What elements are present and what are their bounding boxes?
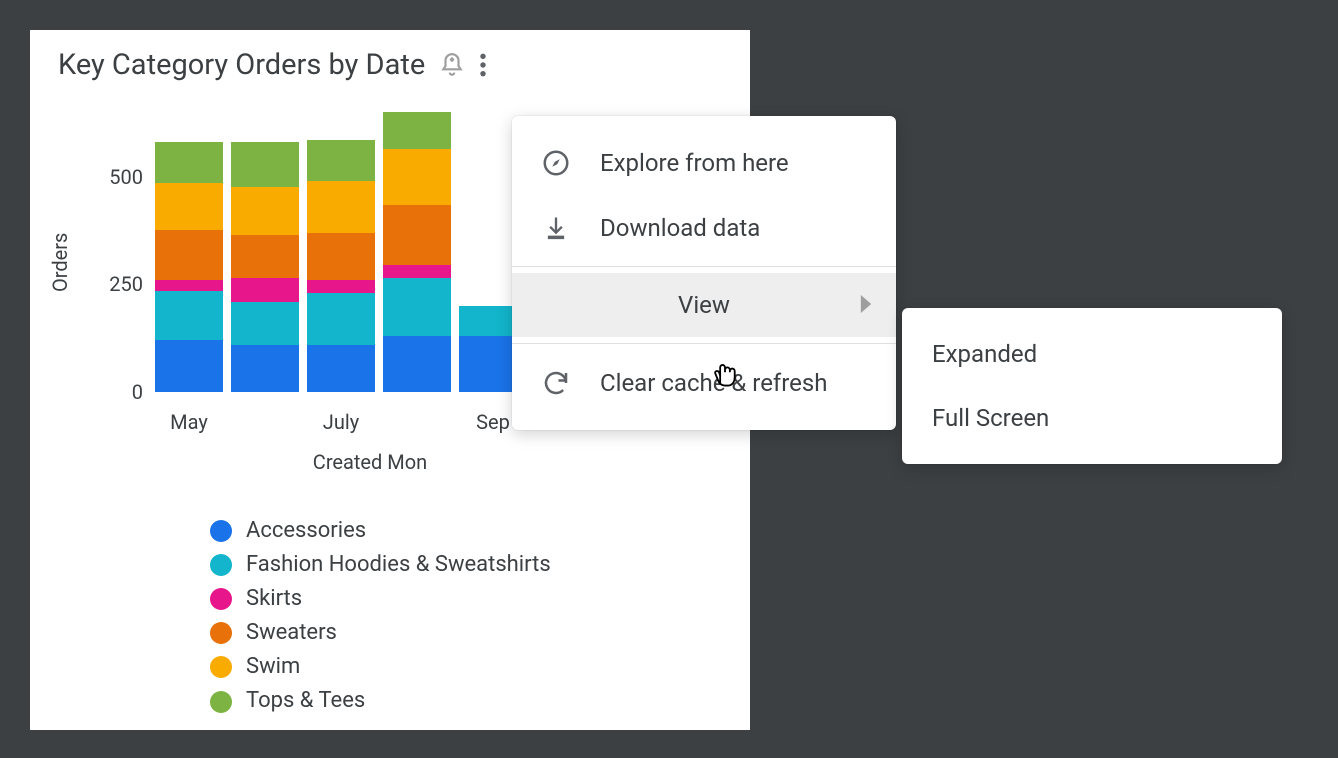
bar-segment [155, 291, 223, 341]
y-tick: 0 [83, 380, 143, 404]
bar-segment [231, 345, 299, 392]
legend-swatch [210, 554, 232, 576]
bar-segment [307, 181, 375, 233]
x-tick: Sep [476, 410, 510, 434]
menu-view[interactable]: View [512, 273, 896, 337]
bar[interactable] [155, 142, 223, 392]
legend: AccessoriesFashion Hoodies & Sweatshirts… [210, 514, 750, 719]
bar-segment [155, 230, 223, 280]
bar-segment [307, 280, 375, 293]
tile-title: Key Category Orders by Date [58, 48, 425, 82]
y-tick: 250 [83, 272, 143, 296]
y-axis-label: Orders [48, 233, 72, 292]
legend-label: Accessories [246, 514, 366, 548]
bar[interactable] [231, 142, 299, 392]
tile-menu: Explore from here Download data View Cle… [512, 116, 896, 430]
bar-segment [231, 142, 299, 187]
x-axis-label: Created Mon [155, 450, 585, 474]
legend-item[interactable]: Accessories [210, 514, 750, 548]
bar-segment [231, 187, 299, 234]
legend-swatch [210, 622, 232, 644]
bar-segment [231, 302, 299, 345]
bar-segment [155, 142, 223, 183]
menu-divider [512, 266, 896, 267]
submenu-item-label: Full Screen [932, 404, 1049, 432]
submenu-full-screen[interactable]: Full Screen [902, 386, 1282, 450]
legend-label: Tops & Tees [246, 684, 365, 718]
view-submenu: Expanded Full Screen [902, 308, 1282, 464]
bar-segment [383, 278, 451, 336]
menu-download-data[interactable]: Download data [512, 196, 896, 260]
legend-label: Fashion Hoodies & Sweatshirts [246, 548, 551, 582]
bar-segment [383, 336, 451, 392]
legend-swatch [210, 691, 232, 713]
x-tick: July [323, 410, 359, 434]
bar-segment [383, 112, 451, 149]
tile-header: Key Category Orders by Date [30, 30, 750, 82]
legend-label: Sweaters [246, 616, 337, 650]
bar-segment [307, 233, 375, 280]
menu-item-label: Explore from here [600, 149, 789, 177]
bar-segment [155, 340, 223, 392]
bar-segment [307, 293, 375, 345]
pointer-cursor-icon [710, 354, 740, 392]
y-tick: 500 [83, 165, 143, 189]
menu-explore-from-here[interactable]: Explore from here [512, 130, 896, 196]
legend-item[interactable]: Skirts [210, 582, 750, 616]
bar-segment [155, 183, 223, 230]
bar-segment [307, 345, 375, 392]
legend-swatch [210, 588, 232, 610]
menu-divider [512, 343, 896, 344]
menu-item-label: View [678, 291, 730, 319]
legend-swatch [210, 656, 232, 678]
submenu-item-label: Expanded [932, 340, 1037, 368]
bar-segment [231, 278, 299, 302]
bar-segment [231, 235, 299, 278]
legend-item[interactable]: Swim [210, 650, 750, 684]
legend-swatch [210, 520, 232, 542]
bell-icon[interactable] [439, 52, 465, 78]
legend-label: Skirts [246, 582, 302, 616]
menu-clear-cache[interactable]: Clear cache & refresh [512, 350, 896, 416]
bar-segment [383, 265, 451, 278]
menu-item-label: Download data [600, 214, 760, 242]
chevron-right-icon [860, 291, 872, 319]
bar[interactable] [307, 140, 375, 392]
x-tick: May [170, 410, 208, 434]
kebab-menu-icon[interactable] [479, 52, 487, 78]
submenu-expanded[interactable]: Expanded [902, 322, 1282, 386]
legend-item[interactable]: Sweaters [210, 616, 750, 650]
bar-segment [155, 280, 223, 291]
legend-item[interactable]: Fashion Hoodies & Sweatshirts [210, 548, 750, 582]
download-icon [540, 214, 572, 242]
compass-icon [540, 148, 572, 178]
bar-segment [383, 205, 451, 265]
bar-segment [307, 140, 375, 181]
bar[interactable] [383, 112, 451, 392]
legend-label: Swim [246, 650, 300, 684]
legend-item[interactable]: Tops & Tees [210, 684, 750, 718]
refresh-icon [540, 368, 572, 398]
bar-segment [383, 149, 451, 205]
